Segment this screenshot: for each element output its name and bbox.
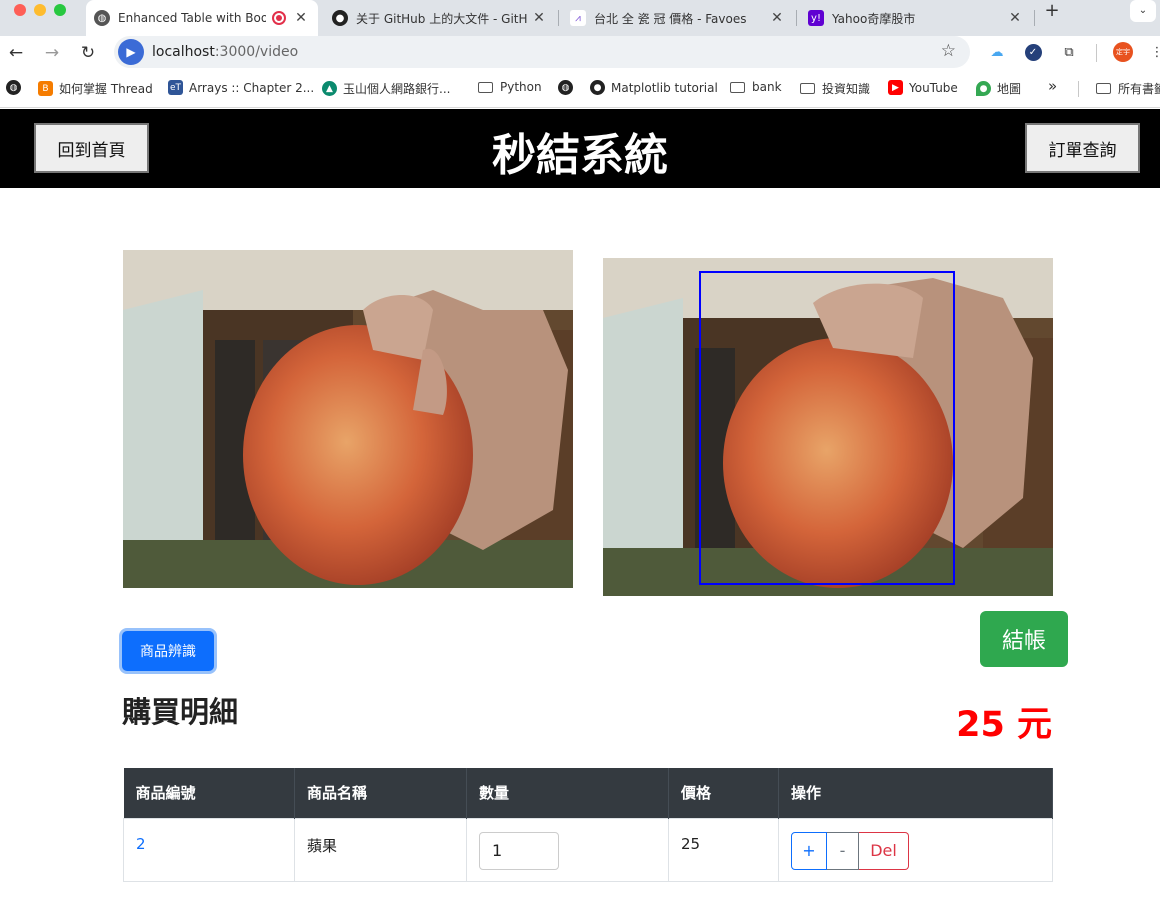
decrease-quantity-button[interactable]: - <box>827 831 859 870</box>
yahoo-icon: y! <box>808 10 824 26</box>
folder-icon <box>730 81 745 93</box>
product-id-link[interactable]: 2 <box>136 835 146 853</box>
checkout-button[interactable]: 結帳 <box>980 611 1068 667</box>
new-tab-button[interactable]: + <box>1040 0 1064 21</box>
apps-icon[interactable]: ◍ <box>6 80 27 95</box>
check-extension-icon[interactable]: ✓ <box>1022 41 1044 63</box>
folder-icon <box>478 81 493 93</box>
close-window-icon[interactable] <box>14 4 26 16</box>
bookmark-item-arrays[interactable]: eT Arrays :: Chapter 2... <box>168 80 314 95</box>
folder-icon <box>1096 83 1111 94</box>
browser-tab-1[interactable]: ◍ Enhanced Table with Boot ✕ <box>86 0 318 36</box>
recognize-product-button[interactable]: 商品辨識 <box>122 631 214 671</box>
globe-icon: ◍ <box>94 10 110 26</box>
recording-icon <box>272 11 286 25</box>
detection-bounding-box <box>699 271 955 585</box>
book-icon: eT <box>168 80 183 95</box>
bookmark-folder-invest[interactable]: 投資知識 <box>800 80 870 97</box>
tab-title: Enhanced Table with Boot <box>118 11 266 25</box>
url-path: :3000/video <box>214 44 299 60</box>
close-tab-icon[interactable]: ✕ <box>530 10 548 26</box>
browser-toolbar: ← → ↻ ▶ localhost:3000/video ☆ ☁ ✓ ⧉ 定宇 … <box>0 36 1160 70</box>
bookmarks-overflow-button[interactable]: » <box>1048 77 1057 95</box>
column-header-qty: 數量 <box>466 768 669 818</box>
tab-title: 台北 全 瓷 冠 價格 - Favoes <box>594 11 747 26</box>
tab-separator <box>796 10 797 26</box>
url-host: localhost <box>152 44 215 60</box>
tab-separator <box>558 10 559 26</box>
address-bar[interactable]: ▶ localhost:3000/video ☆ <box>114 36 970 68</box>
bookmarks-bar: ◍ B 如何掌握 Thread eT Arrays :: Chapter 2... … <box>0 70 1160 108</box>
row-action-group: + - Del <box>791 831 1040 870</box>
browser-tab-4[interactable]: y! Yahoo奇摩股市 ✕ <box>800 0 1032 36</box>
site-header: 回到首頁 秒結系統 訂單查詢 <box>0 109 1160 188</box>
blogger-icon: B <box>38 81 53 96</box>
tab-separator <box>1034 10 1035 26</box>
maps-pin-icon: ● <box>976 81 991 96</box>
bookmarks-divider <box>1078 81 1079 97</box>
close-tab-icon[interactable]: ✕ <box>768 10 786 26</box>
delete-item-button[interactable]: Del <box>859 831 909 870</box>
browser-tab-2[interactable]: ● 关于 GitHub 上的大文件 - GitH ✕ <box>324 0 556 36</box>
bookmark-item-maps[interactable]: ● 地圖 <box>976 80 1021 97</box>
minimize-window-icon[interactable] <box>34 4 46 16</box>
back-icon[interactable]: ← <box>3 40 29 66</box>
video-site-icon[interactable]: ▶ <box>118 39 144 65</box>
esun-bank-icon: ▲ <box>322 81 337 96</box>
increase-quantity-button[interactable]: + <box>791 831 827 870</box>
favoes-icon: ⩘ <box>570 10 586 26</box>
youtube-icon: ▶ <box>888 80 903 95</box>
cloud-extension-icon[interactable]: ☁ <box>986 41 1008 63</box>
detection-result-image <box>603 258 1053 596</box>
bookmark-item-matplotlib[interactable]: ● Matplotlib tutorial <box>590 80 718 95</box>
toolbar-divider <box>1096 44 1097 62</box>
product-price: 25 <box>681 834 701 853</box>
quantity-input[interactable]: 1 <box>479 831 559 870</box>
globe-icon: ◍ <box>558 80 573 95</box>
column-header-actions: 操作 <box>778 768 1053 818</box>
menu-kebab-icon[interactable]: ⋮ <box>1146 41 1160 63</box>
bookmark-item-thread[interactable]: B 如何掌握 Thread <box>38 80 153 97</box>
tab-title: 关于 GitHub 上的大文件 - GitH <box>356 11 528 26</box>
total-amount: 25 元 <box>956 705 1052 745</box>
forward-icon[interactable]: → <box>39 40 65 66</box>
purchase-table: 商品編號 商品名稱 數量 價格 操作 2 蘋果 1 25 + - Del <box>123 768 1053 882</box>
bookmark-item-esun[interactable]: ▲ 玉山個人網路銀行... <box>322 80 450 97</box>
maximize-window-icon[interactable] <box>54 4 66 16</box>
bookmark-globe[interactable]: ◍ <box>558 80 579 95</box>
profile-avatar[interactable]: 定宇 <box>1112 41 1134 63</box>
github-icon: ● <box>590 80 605 95</box>
product-name: 蘋果 <box>307 836 338 855</box>
all-bookmarks-folder[interactable]: 所有書籤 <box>1096 80 1160 97</box>
column-header-price: 價格 <box>668 768 779 818</box>
tab-search-icon[interactable]: ⌄ <box>1130 0 1156 22</box>
camera-feed-image <box>123 250 573 588</box>
bookmark-folder-bank[interactable]: bank <box>730 80 782 94</box>
tab-title: Yahoo奇摩股市 <box>832 11 916 26</box>
bookmark-item-youtube[interactable]: ▶ YouTube <box>888 80 958 95</box>
table-header-row: 商品編號 商品名稱 數量 價格 操作 <box>123 768 1053 818</box>
column-header-name: 商品名稱 <box>294 768 467 818</box>
browser-tabstrip: ◍ Enhanced Table with Boot ✕ ● 关于 GitHub… <box>0 0 1160 36</box>
page-title: 秒結系統 <box>492 130 668 181</box>
close-tab-icon[interactable]: ✕ <box>292 10 310 26</box>
browser-tab-3[interactable]: ⩘ 台北 全 瓷 冠 價格 - Favoes ✕ <box>562 0 794 36</box>
table-row: 2 蘋果 1 25 + - Del <box>123 817 1053 882</box>
extensions-puzzle-icon[interactable]: ⧉ <box>1058 41 1080 63</box>
bookmark-folder-python[interactable]: Python <box>478 80 542 94</box>
github-icon: ● <box>332 10 348 26</box>
purchase-details-title: 購買明細 <box>122 695 239 729</box>
column-header-id: 商品編號 <box>123 768 295 818</box>
close-tab-icon[interactable]: ✕ <box>1006 10 1024 26</box>
folder-icon <box>800 83 815 94</box>
reload-icon[interactable]: ↻ <box>75 40 101 66</box>
bookmark-star-icon[interactable]: ☆ <box>941 41 956 61</box>
order-query-button[interactable]: 訂單查詢 <box>1025 123 1140 173</box>
